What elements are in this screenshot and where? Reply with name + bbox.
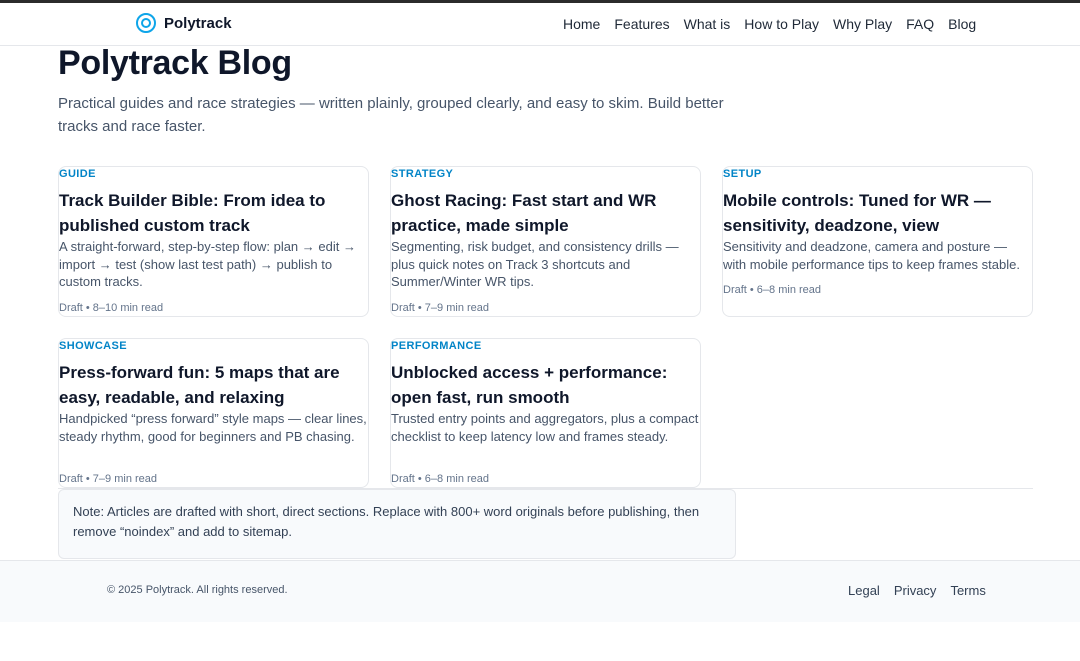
nav-link-why-play[interactable]: Why Play xyxy=(833,16,892,32)
nav-link-blog[interactable]: Blog xyxy=(948,16,976,32)
draft-note: Note: Articles are drafted with short, d… xyxy=(58,489,736,559)
brand-link[interactable]: Polytrack xyxy=(136,13,232,33)
card-title[interactable]: Mobile controls: Tuned for WR — sensitiv… xyxy=(723,188,1033,238)
article-card-showcase[interactable]: SHOWCASE Press-forward fun: 5 maps that … xyxy=(58,338,369,488)
footer-link-legal[interactable]: Legal xyxy=(848,583,880,598)
card-description: Sensitivity and deadzone, camera and pos… xyxy=(723,239,1020,272)
copyright-text: © 2025 Polytrack. All rights reserved. xyxy=(107,584,288,596)
card-meta: Draft • 7–9 min read xyxy=(391,302,490,314)
site-footer: © 2025 Polytrack. All rights reserved. L… xyxy=(0,560,1080,622)
nav-link-faq[interactable]: FAQ xyxy=(906,16,934,32)
card-category: PERFORMANCE xyxy=(391,340,482,352)
article-card-guide[interactable]: GUIDE Track Builder Bible: From idea to … xyxy=(58,166,369,317)
card-description: Handpicked “press forward” style maps — … xyxy=(59,411,367,444)
page-title: Polytrack Blog xyxy=(58,44,292,82)
card-category: GUIDE xyxy=(59,168,96,180)
card-description: Trusted entry points and aggregators, pl… xyxy=(391,411,699,444)
footer-links: Legal Privacy Terms xyxy=(848,583,986,598)
card-title[interactable]: Press-forward fun: 5 maps that are easy,… xyxy=(59,360,369,410)
card-description: Segmenting, risk budget, and consistency… xyxy=(391,239,679,290)
card-meta: Draft • 6–8 min read xyxy=(723,284,822,296)
card-category: SHOWCASE xyxy=(59,340,127,352)
card-meta: Draft • 7–9 min read xyxy=(59,473,158,485)
card-category: SETUP xyxy=(723,168,762,180)
card-meta: Draft • 6–8 min read xyxy=(391,473,490,485)
card-meta: Draft • 8–10 min read xyxy=(59,302,164,314)
card-description: A straight-forward, step-by-step flow: p… xyxy=(59,239,356,290)
page-intro: Practical guides and race strategies — w… xyxy=(58,95,724,135)
footer-link-terms[interactable]: Terms xyxy=(950,583,985,598)
article-card-strategy[interactable]: STRATEGY Ghost Racing: Fast start and WR… xyxy=(390,166,701,317)
nav-link-how-to-play[interactable]: How to Play xyxy=(744,16,819,32)
footer-link-privacy[interactable]: Privacy xyxy=(894,583,937,598)
card-title[interactable]: Unblocked access + performance: open fas… xyxy=(391,360,701,410)
nav-link-features[interactable]: Features xyxy=(614,16,669,32)
nav-link-what-is[interactable]: What is xyxy=(684,16,731,32)
card-title[interactable]: Track Builder Bible: From idea to publis… xyxy=(59,188,369,238)
target-icon xyxy=(136,13,156,33)
brand-name: Polytrack xyxy=(164,14,232,32)
article-card-setup[interactable]: SETUP Mobile controls: Tuned for WR — se… xyxy=(722,166,1033,317)
card-title[interactable]: Ghost Racing: Fast start and WR practice… xyxy=(391,188,701,238)
main-nav: Home Features What is How to Play Why Pl… xyxy=(563,16,976,32)
site-header: Polytrack Home Features What is How to P… xyxy=(0,3,1080,46)
nav-link-home[interactable]: Home xyxy=(563,16,600,32)
card-category: STRATEGY xyxy=(391,168,454,180)
article-card-performance[interactable]: PERFORMANCE Unblocked access + performan… xyxy=(390,338,701,488)
